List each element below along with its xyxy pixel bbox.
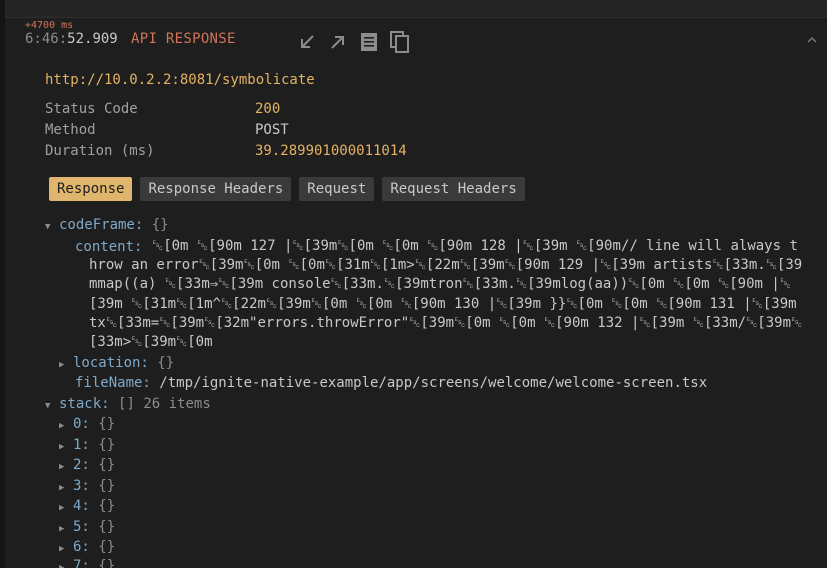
tree-node-codeframe[interactable]: ▼ codeFrame: {}	[45, 215, 169, 237]
method-row: Method POST	[45, 122, 289, 138]
caret-down-icon[interactable]: ▼	[45, 396, 59, 416]
tree-value: /tmp/ignite-native-example/app/screens/w…	[159, 375, 708, 391]
tree-brace: {}	[98, 457, 116, 473]
tab-response-headers[interactable]: Response Headers	[140, 177, 292, 201]
tree-brace: {}	[98, 558, 116, 568]
tree-brace: {}	[98, 437, 116, 453]
caret-right-icon[interactable]: ▶	[59, 498, 73, 518]
tree-key: location:	[73, 355, 149, 371]
left-rail	[0, 0, 5, 568]
tab-request[interactable]: Request	[299, 177, 375, 201]
tree-key: 6:	[73, 539, 90, 555]
caret-right-icon[interactable]: ▶	[59, 519, 73, 539]
tab-request-headers[interactable]: Request Headers	[382, 177, 525, 201]
copy-icon[interactable]	[388, 30, 412, 54]
tree-key: fileName:	[75, 375, 151, 391]
timestamp-hm: 6:46:	[25, 31, 68, 47]
tree-brace: {}	[151, 217, 169, 233]
entry-title: API RESPONSE	[131, 31, 236, 47]
tree-key: 7:	[73, 558, 90, 568]
stack-item[interactable]: ▶ 2: {}	[59, 455, 115, 477]
entry-header[interactable]: +4700 ms 6:46:52.909 API RESPONSE	[5, 17, 827, 62]
tree-brace: {}	[98, 478, 116, 494]
tree-key: 0:	[73, 416, 90, 432]
time-delta: +4700 ms	[25, 20, 74, 31]
tree-key: 2:	[73, 457, 90, 473]
duration-row: Duration (ms) 39.289901000011014	[45, 143, 407, 159]
status-code-row: Status Code 200	[45, 101, 280, 117]
timestamp-seconds: 52.909	[67, 31, 118, 47]
stack-item[interactable]: ▶ 7: {}	[59, 556, 115, 568]
caret-right-icon[interactable]: ▶	[59, 416, 73, 436]
tree-key: 1:	[73, 437, 90, 453]
item-count: 26 items	[143, 396, 211, 412]
tree-key: 4:	[73, 498, 90, 514]
arrow-down-left-icon[interactable]	[295, 30, 319, 54]
tree-brace: {}	[157, 355, 175, 371]
entry-toolbar	[295, 30, 412, 54]
timestamp: 6:46:52.909	[25, 31, 118, 47]
arrow-up-right-icon[interactable]	[326, 30, 350, 54]
field-label: Method	[45, 122, 96, 138]
tree-key: stack:	[59, 396, 110, 412]
tab-response[interactable]: Response	[49, 177, 133, 201]
chevron-up-icon[interactable]	[805, 33, 821, 49]
stack-item[interactable]: ▶ 3: {}	[59, 476, 115, 498]
tree-key: 5:	[73, 519, 90, 535]
caret-down-icon[interactable]: ▼	[45, 217, 59, 237]
detail-tabs: Response Response Headers Request Reques…	[49, 177, 525, 201]
content-value: ␛[0m ␛[90m 127 |␛[39m␛[0m ␛[0m ␛[90m 128…	[89, 238, 803, 351]
stack-item[interactable]: ▶ 0: {}	[59, 414, 115, 436]
field-label: Status Code	[45, 101, 138, 117]
field-value: 39.289901000011014	[255, 143, 407, 159]
tree-brace: {}	[98, 519, 116, 535]
previous-entry-strip	[5, 0, 827, 18]
tree-node-location[interactable]: ▶ location: {}	[59, 353, 174, 375]
tree-brace: {}	[98, 416, 116, 432]
receipt-icon[interactable]	[357, 30, 381, 54]
caret-right-icon[interactable]: ▶	[59, 355, 73, 375]
field-label: Duration (ms)	[45, 143, 155, 159]
request-url: http://10.0.2.2:8081/symbolicate	[45, 72, 315, 88]
caret-right-icon[interactable]: ▶	[59, 437, 73, 457]
tree-node-stack[interactable]: ▼ stack: [] 26 items	[45, 394, 211, 416]
tree-key: 3:	[73, 478, 90, 494]
stack-item[interactable]: ▶ 5: {}	[59, 517, 115, 539]
caret-right-icon[interactable]: ▶	[59, 457, 73, 477]
tree-brace: {}	[98, 498, 116, 514]
caret-right-icon[interactable]: ▶	[59, 558, 73, 568]
tree-key: codeFrame:	[59, 217, 144, 233]
caret-right-icon[interactable]: ▶	[59, 478, 73, 498]
field-value: 200	[255, 101, 281, 117]
field-value: POST	[255, 122, 289, 138]
tree-node-filename: fileName: /tmp/ignite-native-example/app…	[75, 373, 707, 393]
tree-brace: []	[118, 396, 135, 412]
stack-item[interactable]: ▶ 4: {}	[59, 496, 115, 518]
stack-item[interactable]: ▶ 1: {}	[59, 435, 115, 457]
tree-brace: {}	[98, 539, 116, 555]
